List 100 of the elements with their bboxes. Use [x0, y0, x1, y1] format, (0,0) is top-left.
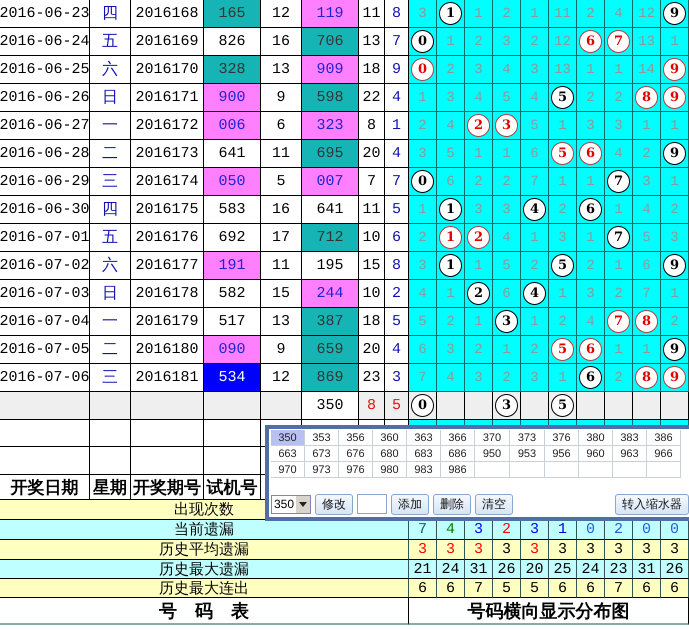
code-list-item[interactable]: 980 [373, 462, 407, 478]
omission-cell: 3 [437, 84, 465, 112]
number-ball: 4 [523, 198, 546, 221]
code-list-item[interactable]: 966 [647, 446, 681, 462]
code-list-item[interactable]: 376 [545, 430, 579, 446]
table-cell [605, 392, 633, 420]
code-list-item[interactable]: 356 [339, 430, 373, 446]
span-cell: 10 [359, 280, 385, 308]
action-button[interactable]: 添加 [391, 494, 430, 514]
weekday-cell: 一 [90, 112, 131, 140]
omission-cell: 2 [577, 84, 605, 112]
weekday-cell: 五 [90, 224, 131, 252]
code-list-item[interactable]: 976 [339, 462, 373, 478]
code-list-item[interactable]: 373 [510, 430, 545, 446]
number-ball: 2 [467, 114, 490, 137]
date-cell: 2016-06-30 [0, 196, 90, 224]
code-list-item[interactable]: 983 [407, 462, 441, 478]
code-list-item[interactable]: 956 [545, 446, 579, 462]
draw-number-cell: 387 [302, 308, 359, 336]
code-list-item[interactable]: 680 [373, 446, 407, 462]
omission-cell: 2 [493, 0, 521, 28]
code-list-item[interactable]: 370 [475, 430, 510, 446]
date-cell: 2016-06-25 [0, 56, 90, 84]
stat-value: 3 [605, 540, 633, 560]
code-list-item[interactable]: 986 [441, 462, 475, 478]
span-cell: 22 [359, 84, 385, 112]
omission-cell: 1 [661, 168, 689, 196]
action-button[interactable]: 清空 [475, 494, 514, 514]
number-ball: 1 [439, 2, 462, 25]
omission-cell: 2 [409, 112, 437, 140]
number-ball: 5 [551, 338, 574, 361]
omission-cell: 6 [521, 140, 549, 168]
trial-number-cell: 641 [204, 140, 261, 168]
omission-cell: 5 [633, 224, 661, 252]
trial-number-cell: 050 [204, 168, 261, 196]
stat-value: 2 [605, 520, 633, 540]
code-list-item[interactable]: 963 [613, 446, 647, 462]
omission-cell: 2 [493, 168, 521, 196]
weekday-cell: 日 [90, 280, 131, 308]
stat-value: 25 [549, 560, 577, 579]
omission-cell: 2 [409, 224, 437, 252]
code-list-item[interactable]: 353 [305, 430, 339, 446]
code-list-item[interactable]: 683 [407, 446, 441, 462]
number-dropdown[interactable]: 350 [271, 494, 312, 514]
draw-number-cell: 641 [302, 196, 359, 224]
empty-list-cell [613, 462, 647, 478]
code-list-item[interactable]: 953 [510, 446, 545, 462]
omission-cell: 1 [661, 280, 689, 308]
code-list-item[interactable]: 383 [613, 430, 647, 446]
trial-number-cell: 583 [204, 196, 261, 224]
span-cell: 20 [359, 336, 385, 364]
transfer-button[interactable]: 转入缩水器 [615, 494, 689, 514]
table-cell [661, 392, 689, 420]
code-list-item[interactable]: 350 [271, 430, 305, 446]
omission-cell: 3 [465, 196, 493, 224]
omission-cell: 12 [633, 0, 661, 28]
omission-cell: 5 [409, 308, 437, 336]
code-list-item[interactable]: 363 [407, 430, 441, 446]
number-ball: 9 [663, 366, 686, 389]
trial-number-cell: 165 [204, 0, 261, 28]
omission-cell: 5 [437, 140, 465, 168]
omission-cell: 1 [605, 56, 633, 84]
code-list-item[interactable]: 360 [373, 430, 407, 446]
stat-value: 3 [465, 540, 493, 560]
omission-cell: 5 [493, 84, 521, 112]
code-list-item[interactable]: 380 [579, 430, 613, 446]
code-list-item[interactable]: 663 [271, 446, 305, 462]
action-button[interactable]: 删除 [433, 494, 472, 514]
omission-cell: 1 [521, 308, 549, 336]
stat-label: 历史平均遗漏 [0, 540, 409, 560]
omission-cell: 1 [577, 224, 605, 252]
code-list-item[interactable]: 960 [579, 446, 613, 462]
omission-cell: 4 [493, 224, 521, 252]
code-list-item[interactable]: 673 [305, 446, 339, 462]
date-cell: 2016-06-26 [0, 84, 90, 112]
code-list-item[interactable]: 970 [271, 462, 305, 478]
omission-cell: 2 [661, 196, 689, 224]
draw-number-cell: 659 [302, 336, 359, 364]
trial-number-cell: 826 [204, 28, 261, 56]
stat-value: 3 [465, 520, 493, 540]
trial-number-cell: 090 [204, 336, 261, 364]
code-list-item[interactable]: 386 [647, 430, 681, 446]
trial-number-cell: 328 [204, 56, 261, 84]
date-cell: 2016-07-04 [0, 308, 90, 336]
stat-value: 6 [549, 579, 577, 598]
stat-value: 31 [465, 560, 493, 579]
omission-cell: 1 [605, 196, 633, 224]
code-list-item[interactable]: 686 [441, 446, 475, 462]
omission-cell: 12 [549, 28, 577, 56]
omission-cell: 2 [633, 140, 661, 168]
edit-button[interactable]: 修改 [315, 494, 354, 514]
input-field[interactable] [357, 494, 388, 514]
code-list-item[interactable]: 973 [305, 462, 339, 478]
code-list-item[interactable]: 366 [441, 430, 475, 446]
span-cell: 13 [359, 28, 385, 56]
draw-number-cell: 323 [302, 112, 359, 140]
code-list-item[interactable]: 676 [339, 446, 373, 462]
weekday-cell: 四 [90, 196, 131, 224]
date-cell: 2016-06-24 [0, 28, 90, 56]
code-list-item[interactable]: 950 [475, 446, 510, 462]
